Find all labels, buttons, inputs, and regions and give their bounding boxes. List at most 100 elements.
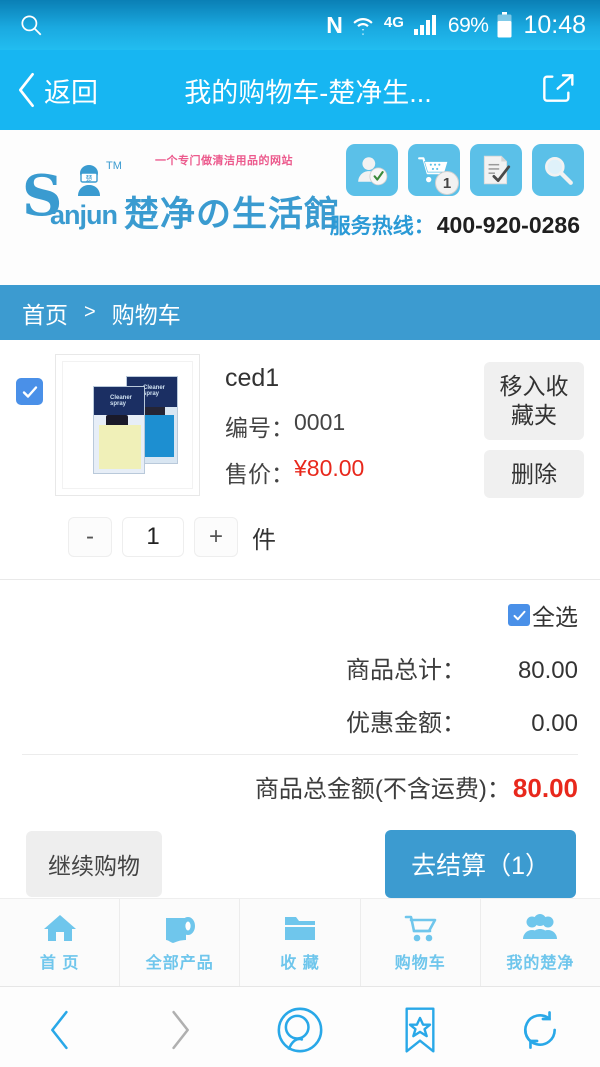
cart-summary: 全选 商品总计： 80.00 优惠金额： 0.00 商品总金额(不含运费)： 8… [0,580,600,804]
people-icon [523,914,558,939]
header-icon-group: 1 [346,144,584,196]
breadcrumb-current: 购物车 [111,301,181,328]
discount-row: 优惠金额： 0.00 [22,703,578,738]
status-search-icon[interactable] [18,12,44,38]
select-all-checkbox[interactable] [508,604,530,626]
cart-badge-count: 1 [435,171,459,195]
total-row: 商品总金额(不含运费)： 80.00 [22,769,578,804]
user-check-icon[interactable] [346,144,398,196]
site-logo[interactable]: S anjun 楚 TM 楚净の生活館 [22,160,341,236]
tab-all-products-label: 全部产品 [145,955,214,972]
tab-my-account[interactable]: 我的楚净 [481,899,600,986]
nfc-icon: N [326,11,343,38]
product-price-row: 售价： ¥80.00 [225,455,484,489]
search-icon[interactable] [532,144,584,196]
product-sku-label: 编号： [225,415,294,441]
product-thumbnail[interactable]: Cleaner spray Cleaner spray [55,354,200,496]
signal-bars-icon [413,14,439,36]
select-all-label: 全选 [532,604,578,630]
quantity-increase-button[interactable]: + [194,517,238,557]
order-edit-icon[interactable] [470,144,522,196]
browse-icon [277,1007,323,1053]
mobile-screen: N 4G 69% 10:48 返回 我的购物车-楚净生... S anjun 楚… [0,0,600,1067]
battery-icon [497,12,512,38]
tab-cart[interactable]: 购物车 [361,899,481,986]
subtotal-row: 商品总计： 80.00 [22,650,578,685]
logo-mark-icon: S anjun 楚 TM [22,160,122,234]
quantity-input[interactable]: 1 [122,517,184,557]
product-price-label: 售价： [225,461,294,487]
share-button[interactable] [538,70,580,110]
page-title: 我的购物车-楚净生... [184,77,432,108]
status-bar: N 4G 69% 10:48 [0,0,600,50]
browser-bookmark-button[interactable] [385,1006,455,1054]
tab-all-products[interactable]: 全部产品 [120,899,241,986]
battery-percent-label: 69% [447,13,489,37]
hotline-label: 服务热线： [329,215,435,238]
site-header: S anjun 楚 TM 楚净の生活館 一个专门做清洁用品的网站 1 服务热线：… [0,130,600,285]
product-sku-row: 编号： 0001 [225,409,484,443]
discount-label: 优惠金额： [346,710,466,737]
browser-browse-button[interactable] [265,1006,335,1054]
cart-content: Cleaner spray Cleaner spray ced1 编号： 000… [0,340,600,898]
product-image: Cleaner spray Cleaner spray [62,361,193,489]
breadcrumb: 首页 > 购物车 [0,285,600,340]
pack-label-yellow: Cleaner spray [110,395,133,407]
quantity-decrease-button[interactable]: - [68,517,112,557]
logo-tagline: 一个专门做清洁用品的网站 [155,154,293,167]
refresh-icon [524,1011,556,1049]
total-label: 商品总金额(不含运费)： [254,776,511,803]
cart-action-bar: 继续购物 去结算（1） [0,804,600,898]
total-value: 80.00 [512,773,578,803]
delete-item-button[interactable]: 删除 [484,449,584,499]
select-all-row[interactable]: 全选 [22,598,578,632]
bookmark-icon [405,1007,435,1053]
breadcrumb-home[interactable]: 首页 [22,296,68,330]
network-type-label: 4G [383,13,404,31]
product-name: ced1 [225,364,280,392]
hotline-number[interactable]: 400-920-0286 [437,212,580,239]
tab-my-account-label: 我的楚净 [506,955,575,972]
browser-refresh-button[interactable] [505,1008,575,1052]
summary-divider [22,754,578,755]
browser-back-button[interactable] [25,1007,95,1053]
product-sku-value: 0001 [294,409,346,435]
breadcrumb-separator: > [84,301,96,323]
bottom-tab-bar: 首 页 全部产品 收 藏 购物车 我的楚净 [0,898,600,986]
home-icon [43,915,76,941]
app-title-bar: 返回 我的购物车-楚净生... [0,50,600,130]
cart-icon [404,915,437,942]
back-icon [51,1010,68,1050]
product-info: ced1 编号： 0001 售价： ¥80.00 [200,354,484,501]
forward-icon [172,1010,189,1050]
tab-cart-label: 购物车 [394,955,446,972]
folder-icon [285,917,315,940]
logo-trademark-label: TM [106,160,122,172]
cart-icon[interactable]: 1 [408,144,460,196]
browser-navigation-bar [0,986,600,1067]
product-price-value: ¥80.00 [294,455,365,481]
paper-roll-icon [165,917,195,943]
wifi-icon [351,13,375,37]
checkout-button[interactable]: 去结算（1） [385,830,576,898]
browser-forward-button[interactable] [145,1007,215,1053]
tab-favorites[interactable]: 收 藏 [240,899,361,986]
tab-home[interactable]: 首 页 [0,899,121,986]
quantity-unit-label: 件 [252,526,276,554]
discount-value: 0.00 [531,710,578,737]
item-action-group: 移入收藏夹 删除 [484,354,584,501]
logo-mascot-icon: 楚 [78,165,100,196]
logo-anjun-text: anjun [50,200,118,230]
product-pack-yellow: Cleaner spray [93,386,145,474]
subtotal-value: 80.00 [517,657,578,684]
item-checkbox[interactable] [16,378,43,405]
move-to-favorites-button[interactable]: 移入收藏夹 [484,362,584,440]
tab-home-label: 首 页 [39,955,80,972]
service-hotline: 服务热线： 400-920-0286 [330,210,580,240]
logo-brand-text: 楚净の生活館 [124,195,341,236]
clock-label: 10:48 [523,10,586,39]
tab-favorites-label: 收 藏 [280,955,320,972]
pack-label-blue: Cleaner spray [143,385,166,397]
continue-shopping-button[interactable]: 继续购物 [26,831,162,897]
svg-text:楚: 楚 [86,174,93,183]
